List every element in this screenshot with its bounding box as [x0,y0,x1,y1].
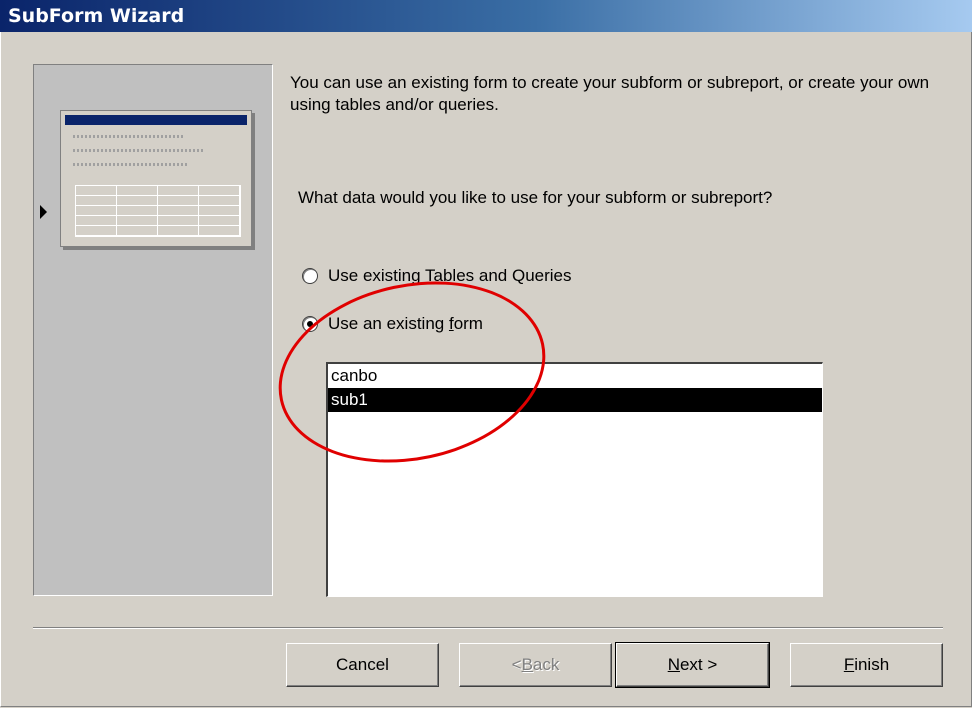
preview-title-bar [65,115,247,125]
option-use-tables-queries[interactable]: Use existing Tables and Queries [302,265,572,287]
option-label: Use existing Tables and Queries [328,266,572,285]
preview-field-line [73,149,203,152]
separator-line [33,627,943,629]
forms-listbox[interactable]: canbo sub1 [326,362,823,597]
finish-button[interactable]: Finish [790,643,943,687]
preview-field-line [73,135,183,138]
title-bar: SubForm Wizard [0,0,972,32]
preview-datasheet-grid [75,185,241,237]
window-title: SubForm Wizard [8,5,185,27]
instruction-text: You can use an existing form to create y… [290,73,930,114]
form-preview-icon [60,110,252,247]
list-item-selected[interactable]: sub1 [328,388,822,412]
preview-field-line [73,163,188,166]
question-text: What data would you like to use for your… [298,188,773,207]
option-use-existing-form[interactable]: Use an existing form [302,313,483,335]
back-button[interactable]: < Back [459,643,612,687]
cancel-button[interactable]: Cancel [286,643,439,687]
radio-button[interactable] [302,268,318,284]
next-button[interactable]: Next > [615,642,770,688]
radio-button-selected[interactable] [302,316,318,332]
pointer-arrow-icon [40,205,47,219]
list-item[interactable]: canbo [328,364,822,388]
option-label: Use an existing form [328,314,483,333]
